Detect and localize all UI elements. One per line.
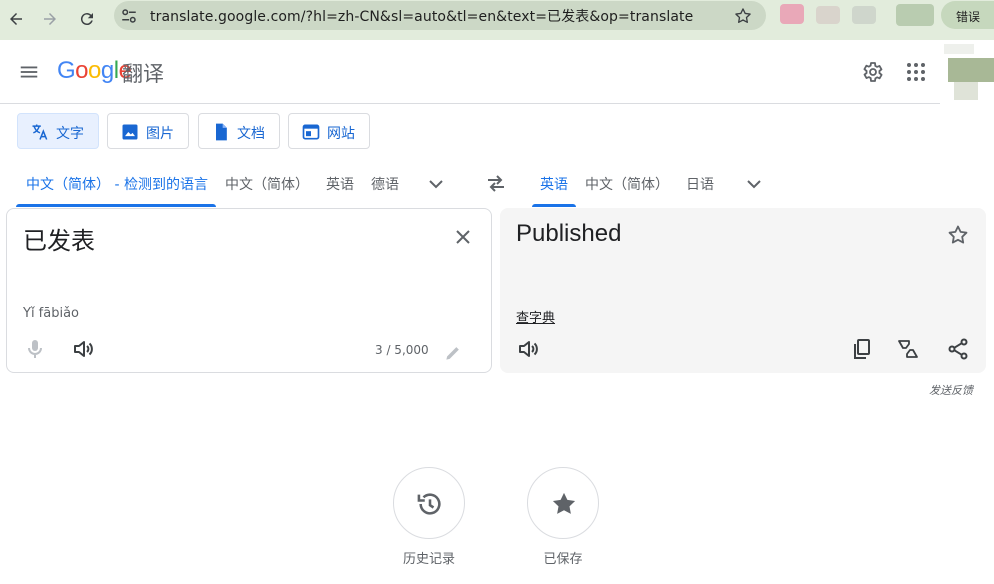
image-icon	[122, 124, 138, 140]
clear-text-icon[interactable]	[451, 225, 475, 249]
document-icon	[216, 123, 227, 141]
dictionary-link[interactable]: 查字典	[516, 307, 555, 326]
product-name: 翻译	[122, 62, 164, 86]
mode-website-label: 网站	[327, 126, 355, 142]
bookmark-star-icon[interactable]	[733, 6, 753, 26]
star-icon	[552, 492, 576, 514]
mode-image-label: 图片	[146, 126, 174, 142]
translation-output: Published	[516, 220, 622, 247]
save-star-icon[interactable]	[946, 223, 970, 247]
source-lang-english[interactable]: 英语	[326, 174, 354, 194]
target-lang-underline	[532, 204, 576, 207]
extension-icon[interactable]	[780, 4, 804, 24]
saved-button[interactable]	[527, 467, 599, 539]
forward-arrow-icon	[44, 13, 56, 25]
speaker-icon[interactable]	[516, 337, 540, 361]
google-logo[interactable]: Google	[57, 57, 132, 85]
account-avatar[interactable]	[940, 40, 994, 104]
target-lang-chinese[interactable]: 中文（简体）	[585, 174, 669, 194]
transliteration: Yǐ fābiǎo	[23, 306, 80, 321]
rate-translation-icon[interactable]	[896, 337, 920, 361]
source-lang-chinese[interactable]: 中文（简体）	[225, 174, 309, 194]
saved-label: 已保存	[543, 552, 583, 567]
source-lang-detected[interactable]: 中文（简体） - 检测到的语言	[26, 174, 208, 194]
mode-text-label: 文字	[56, 126, 84, 142]
copy-icon[interactable]	[850, 337, 874, 361]
mode-image-chip[interactable]: 图片	[107, 113, 189, 149]
translation-panel: Published 查字典	[500, 208, 986, 373]
extension-icon[interactable]	[816, 6, 840, 24]
forward-button[interactable]	[37, 6, 63, 32]
history-button[interactable]	[393, 467, 465, 539]
speaker-icon[interactable]	[71, 337, 95, 361]
back-button[interactable]	[3, 6, 29, 32]
app-header: Google 翻译	[0, 40, 994, 104]
source-lang-underline	[16, 204, 216, 207]
microphone-icon[interactable]	[23, 337, 47, 361]
source-textarea[interactable]: 已发表	[23, 221, 95, 256]
settings-gear-icon[interactable]	[860, 60, 884, 84]
mode-text-chip[interactable]: 文字	[17, 113, 99, 149]
send-feedback-link[interactable]: 发送反馈	[929, 382, 973, 398]
chevron-down-icon[interactable]	[424, 172, 448, 196]
reload-icon	[80, 13, 93, 26]
address-bar-url[interactable]: translate.google.com/?hl=zh-CN&sl=auto&t…	[150, 6, 693, 26]
target-lang-japanese[interactable]: 日语	[686, 174, 714, 194]
source-text-panel[interactable]: 已发表 Yǐ fābiǎo 3 / 5,000	[6, 208, 492, 373]
browser-toolbar: translate.google.com/?hl=zh-CN&sl=auto&t…	[0, 0, 994, 40]
error-button[interactable]: 错误	[941, 1, 994, 29]
extension-icon[interactable]	[852, 6, 876, 24]
character-counter: 3 / 5,000	[375, 343, 429, 357]
back-arrow-icon	[10, 13, 22, 25]
extension-icon[interactable]	[896, 4, 934, 26]
share-icon[interactable]	[946, 337, 970, 361]
source-lang-german[interactable]: 德语	[371, 174, 399, 194]
reload-button[interactable]	[74, 6, 100, 32]
pencil-icon[interactable]	[443, 343, 463, 363]
translate-icon	[32, 124, 48, 140]
main-menu-icon[interactable]	[18, 61, 40, 83]
site-settings-icon[interactable]	[120, 7, 138, 25]
chevron-down-icon[interactable]	[742, 172, 766, 196]
target-lang-english[interactable]: 英语	[540, 174, 568, 194]
mode-website-chip[interactable]: 网站	[288, 113, 370, 149]
history-icon	[417, 493, 441, 515]
website-icon	[302, 124, 320, 140]
history-label: 历史记录	[402, 552, 455, 567]
swap-languages-icon[interactable]	[484, 171, 508, 195]
mode-document-chip[interactable]: 文档	[198, 113, 280, 149]
mode-document-label: 文档	[237, 126, 265, 142]
apps-grid-icon[interactable]	[904, 60, 928, 84]
